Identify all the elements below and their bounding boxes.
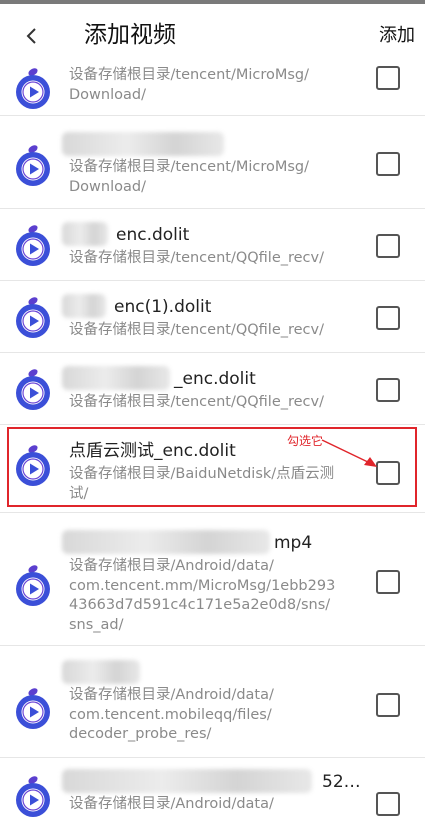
file-checkbox[interactable] — [376, 152, 400, 176]
file-name: 52… — [322, 772, 361, 792]
list-item[interactable]: 设备存储根目录/Android/data/ com.tencent.mobile… — [0, 646, 425, 758]
list-item[interactable]: enc(1).dolit 设备存储根目录/tencent/QQfile_recv… — [0, 281, 425, 353]
file-path: 设备存储根目录/tencent/QQfile_recv/ — [69, 322, 324, 338]
list-item[interactable]: 52… 设备存储根目录/Android/data/ — [0, 758, 425, 826]
file-name: 点盾云测试_enc.dolit — [69, 441, 236, 461]
chevron-left-icon — [26, 28, 36, 44]
list-item[interactable]: 设备存储根目录/tencent/MicroMsg/ Download/ — [0, 116, 425, 209]
file-checkbox[interactable] — [376, 234, 400, 258]
list-item[interactable]: mp4 设备存储根目录/Android/data/ com.tencent.mm… — [0, 513, 425, 646]
annotation-arrow-icon — [321, 439, 377, 467]
file-path: 设备存储根目录/tencent/MicroMsg/ Download/ — [69, 67, 310, 103]
blurred-filename — [62, 132, 224, 156]
play-app-icon — [12, 443, 54, 489]
file-name: enc(1).dolit — [114, 297, 212, 317]
add-button[interactable]: 添加 — [379, 24, 415, 48]
file-checkbox[interactable] — [376, 378, 400, 402]
file-checkbox[interactable] — [376, 792, 400, 816]
play-app-icon — [12, 66, 54, 112]
play-app-icon — [12, 563, 54, 609]
file-path: 设备存储根目录/BaiduNetdisk/点盾云测 试/ — [69, 466, 335, 502]
file-checkbox[interactable] — [376, 306, 400, 330]
blurred-filename — [62, 660, 140, 684]
play-app-icon — [12, 367, 54, 413]
play-app-icon — [12, 295, 54, 341]
play-app-icon — [12, 143, 54, 189]
list-item[interactable]: enc.dolit 设备存储根目录/tencent/QQfile_recv/ — [0, 209, 425, 281]
blurred-filename — [62, 769, 312, 793]
blurred-filename — [62, 366, 170, 390]
file-checkbox[interactable] — [376, 570, 400, 594]
file-path: 设备存储根目录/Android/data/ — [69, 796, 274, 812]
file-path: 设备存储根目录/Android/data/ com.tencent.mobile… — [69, 687, 274, 742]
file-name: mp4 — [274, 533, 313, 553]
app-header: 添加视频 添加 — [0, 4, 425, 66]
annotation-label: 勾选它 — [287, 434, 324, 448]
page-title: 添加视频 — [84, 22, 176, 48]
blurred-filename — [62, 530, 270, 554]
list-item[interactable]: _enc.dolit 设备存储根目录/tencent/QQfile_recv/ — [0, 353, 425, 425]
list-item[interactable]: 设备存储根目录/tencent/MicroMsg/ Download/ — [0, 66, 425, 116]
file-path: 设备存储根目录/tencent/QQfile_recv/ — [69, 250, 324, 266]
play-app-icon — [12, 223, 54, 269]
play-app-icon — [12, 686, 54, 732]
blurred-filename — [62, 294, 106, 318]
file-checkbox[interactable] — [376, 693, 400, 717]
file-name: _enc.dolit — [174, 369, 256, 389]
file-path: 设备存储根目录/Android/data/ com.tencent.mm/Mic… — [69, 558, 336, 633]
file-name: enc.dolit — [116, 225, 190, 245]
back-button[interactable] — [18, 22, 46, 50]
play-app-icon — [12, 774, 54, 820]
blurred-filename — [62, 222, 108, 246]
file-checkbox[interactable] — [376, 66, 400, 90]
file-path: 设备存储根目录/tencent/QQfile_recv/ — [69, 394, 324, 410]
file-path: 设备存储根目录/tencent/MicroMsg/ Download/ — [69, 159, 310, 195]
